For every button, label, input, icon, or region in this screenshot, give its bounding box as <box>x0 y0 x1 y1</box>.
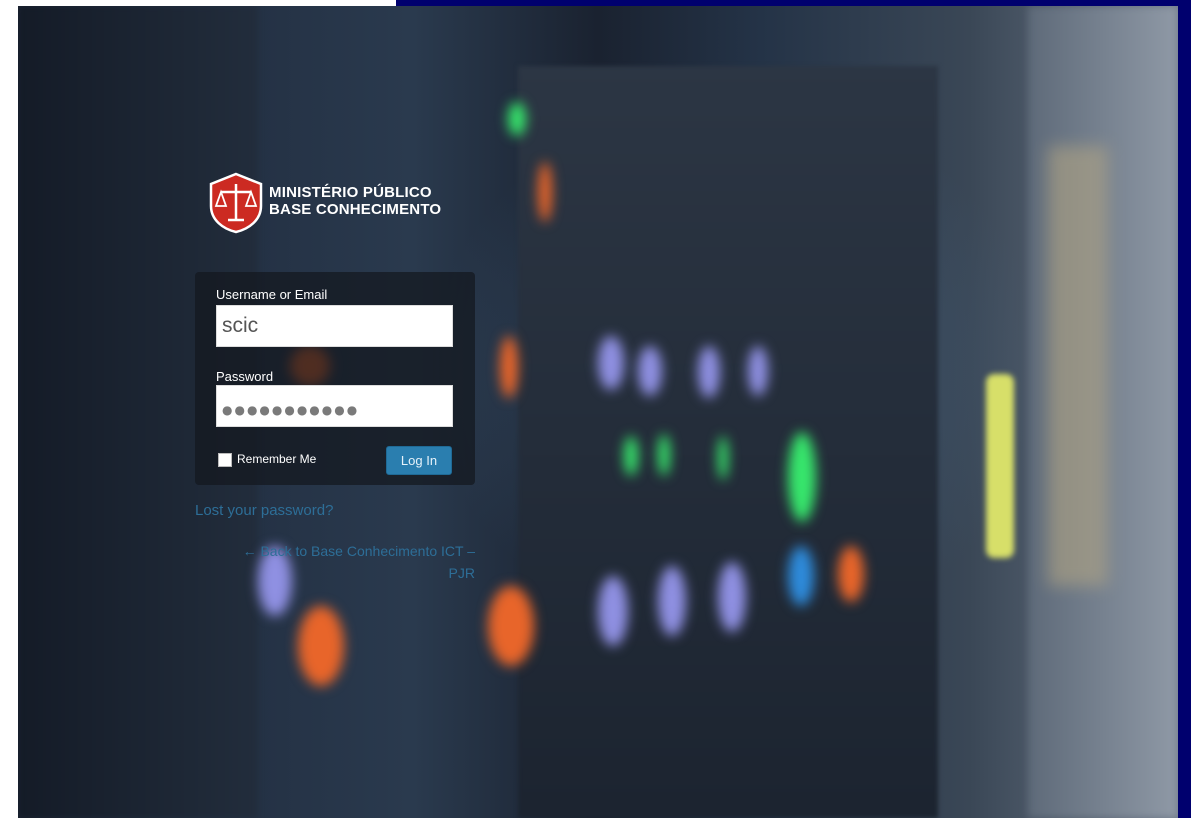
tab-orange <box>538 162 552 222</box>
rack-beige-panel <box>1048 146 1108 586</box>
log-in-button[interactable]: Log In <box>386 446 452 475</box>
led-green <box>624 436 638 476</box>
tab-lavender <box>698 346 720 398</box>
site-logo[interactable]: MINISTÉRIO PÚBLICO BASE CONHECIMENTO <box>207 172 457 236</box>
tab-orange <box>488 586 534 666</box>
back-to-site-link[interactable]: ← Back to Base Conhecimento ICT – PJR <box>195 540 475 584</box>
password-input[interactable] <box>216 385 453 427</box>
remember-me-checkbox[interactable] <box>218 453 232 467</box>
password-label: Password <box>216 369 274 384</box>
led-green <box>508 102 526 136</box>
server-rack-background <box>18 6 1178 818</box>
frame-left-strip <box>0 0 18 824</box>
rack-center <box>518 66 938 818</box>
logo-line-1: MINISTÉRIO PÚBLICO <box>269 184 432 201</box>
rack-yellow-light <box>986 374 1014 558</box>
tab-lavender <box>598 336 624 390</box>
username-label: Username or Email <box>216 287 328 302</box>
logo-line-2: BASE CONHECIMENTO <box>269 201 442 218</box>
back-link-line-2: PJR <box>448 565 475 581</box>
led-green <box>658 434 670 476</box>
back-link-line-1: ← Back to Base Conhecimento ICT – <box>242 543 475 559</box>
remember-me-label[interactable]: Remember Me <box>237 452 316 466</box>
frame-bottom-strip <box>0 818 1191 824</box>
tab-lavender <box>598 576 628 646</box>
logo-text: MINISTÉRIO PÚBLICO BASE CONHECIMENTO <box>269 184 441 218</box>
tab-lavender <box>638 346 662 396</box>
login-form: Username or Email Password ●●●●●●●●●●● R… <box>195 272 475 485</box>
tab-orange <box>500 336 518 398</box>
username-input[interactable] <box>216 305 453 347</box>
tab-lavender <box>658 566 686 636</box>
tab-lavender <box>748 346 768 396</box>
scales-of-justice-icon <box>209 172 263 234</box>
led-green <box>788 432 816 522</box>
tab-lavender <box>718 562 746 632</box>
tab-orange <box>298 606 344 686</box>
lost-password-link[interactable]: Lost your password? <box>195 502 333 519</box>
tab-orange <box>838 546 864 602</box>
led-green <box>718 436 728 480</box>
tab-blue <box>788 546 814 606</box>
